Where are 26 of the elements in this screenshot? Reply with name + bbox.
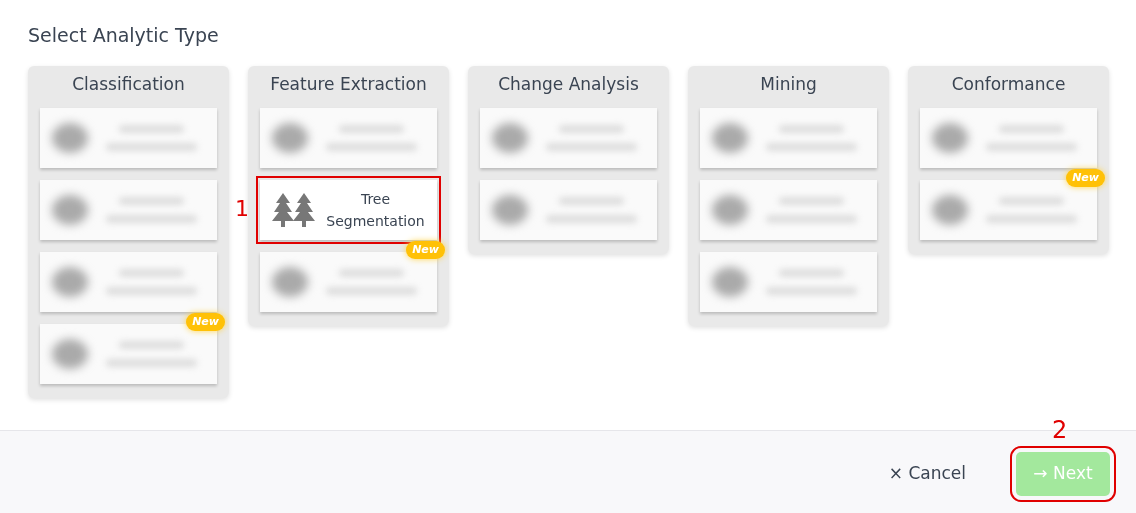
- blurred-tile[interactable]: [40, 107, 217, 168]
- blurred-tile[interactable]: [700, 179, 877, 240]
- category-title: Feature Extraction: [269, 72, 428, 96]
- dialog-title: Select Analytic Type: [28, 24, 220, 47]
- category-title: Classification: [71, 72, 186, 96]
- blurred-tile[interactable]: [40, 251, 217, 312]
- new-badge: New: [1066, 168, 1105, 188]
- blurred-tile[interactable]: [480, 107, 657, 168]
- blurred-tile[interactable]: [920, 107, 1097, 168]
- new-badge: New: [186, 312, 225, 332]
- blurred-tile[interactable]: [40, 323, 217, 384]
- callout-number: 2: [1052, 415, 1068, 447]
- blurred-tile[interactable]: [480, 179, 657, 240]
- category-title: Change Analysis: [497, 72, 640, 96]
- trees-icon: [272, 191, 316, 228]
- blurred-tile[interactable]: [700, 107, 877, 168]
- blurred-tile[interactable]: [700, 251, 877, 312]
- new-badge: New: [406, 240, 445, 260]
- category-title: Conformance: [950, 72, 1067, 96]
- category-title: Mining: [759, 72, 818, 96]
- callout-number: 1: [235, 194, 249, 223]
- blurred-tile[interactable]: [920, 179, 1097, 240]
- blurred-tile[interactable]: [260, 107, 437, 168]
- blurred-tile[interactable]: [40, 179, 217, 240]
- cancel-button[interactable]: × Cancel: [882, 460, 972, 488]
- blurred-tile[interactable]: [260, 251, 437, 312]
